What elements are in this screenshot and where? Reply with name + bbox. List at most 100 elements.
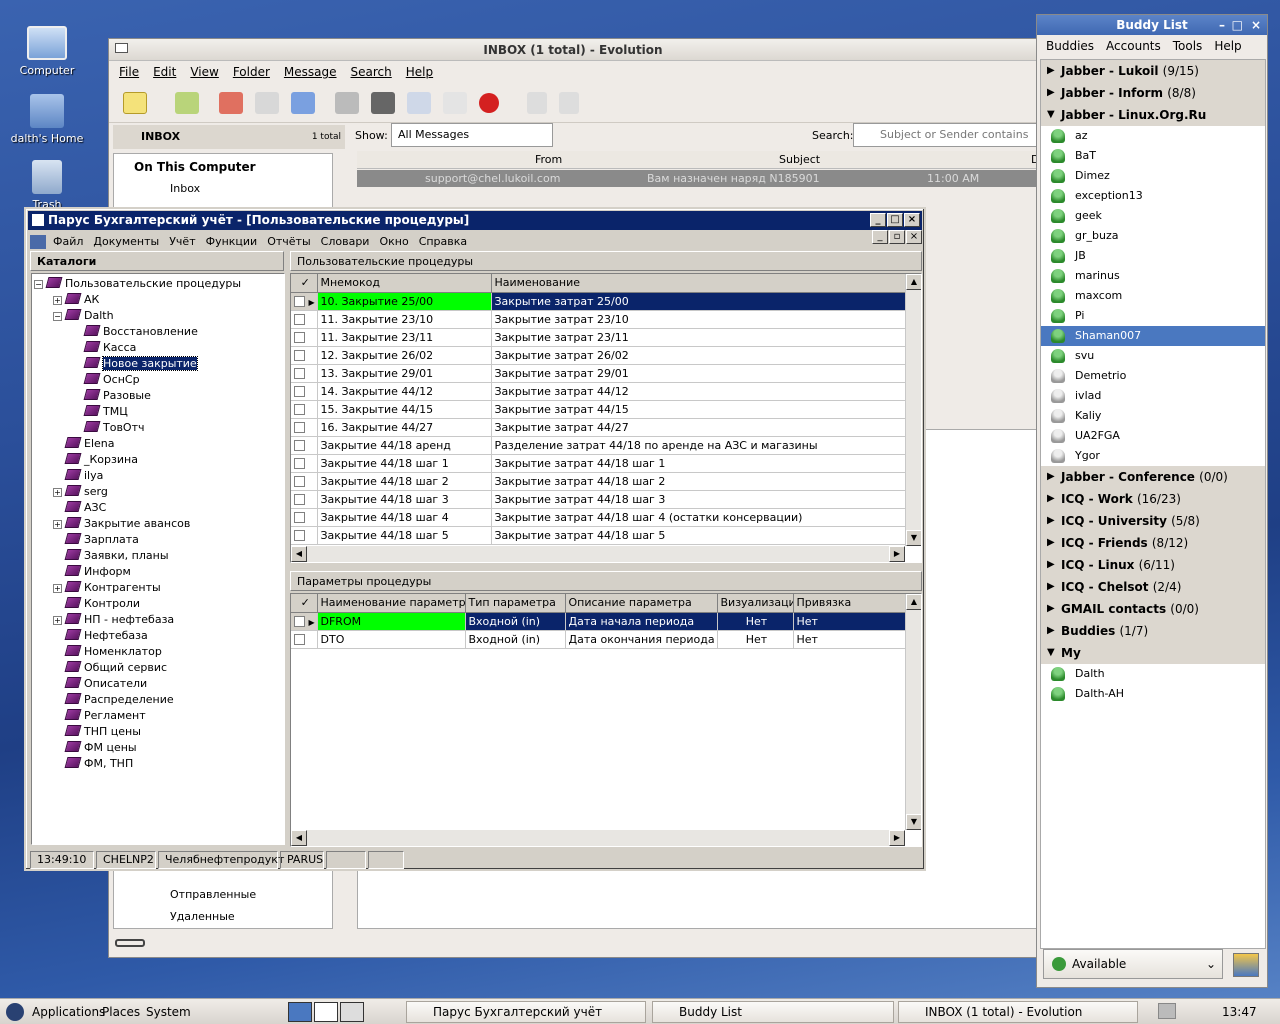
menu-search[interactable]: Search <box>351 65 392 79</box>
row-checkbox[interactable] <box>294 295 305 307</box>
menu-documents[interactable]: Документы <box>88 235 164 248</box>
buddy-item[interactable]: az <box>1041 126 1265 146</box>
buddy-item[interactable]: JB <box>1041 246 1265 266</box>
buddy-group[interactable]: ▶ ICQ - Linux (6/11) <box>1041 554 1265 576</box>
row-checkbox[interactable] <box>294 313 305 325</box>
print-icon[interactable] <box>335 91 359 114</box>
catalog-item[interactable]: ТНП цены <box>53 724 141 740</box>
buddy-item[interactable]: Demetrio <box>1041 366 1265 386</box>
catalog-item[interactable]: + serg <box>53 484 108 500</box>
mdi-minimize-button[interactable]: _ <box>872 230 888 244</box>
new-message-icon[interactable] <box>123 91 147 114</box>
send-receive-icon[interactable] <box>175 91 199 114</box>
column-from[interactable]: From <box>535 153 562 166</box>
expand-toggle-icon[interactable]: − <box>34 280 43 289</box>
catalog-item[interactable]: Разовые <box>72 388 151 404</box>
catalog-item[interactable]: Заявки, планы <box>53 548 169 564</box>
buddy-item[interactable]: Dimez <box>1041 166 1265 186</box>
catalog-item[interactable]: − Dalth <box>53 308 114 324</box>
next-icon[interactable] <box>559 91 579 114</box>
desktop-icon-computer[interactable]: Computer <box>7 26 87 77</box>
menu-window[interactable]: Окно <box>374 235 413 248</box>
reply-all-icon[interactable] <box>255 91 279 114</box>
menu-places[interactable]: Places <box>102 1005 140 1019</box>
buddy-group[interactable]: ▶ ICQ - University (5/8) <box>1041 510 1265 532</box>
table-row[interactable]: DTO Входной (in) Дата окончания периода Нет… <box>291 630 906 649</box>
not-junk-icon[interactable] <box>443 91 467 114</box>
table-row[interactable]: Закрытие 44/18 шаг 2 Закрытие затрат 44/1… <box>291 472 906 491</box>
buddy-item[interactable]: geek <box>1041 206 1265 226</box>
workspace-2[interactable] <box>314 1002 338 1022</box>
buddy-item[interactable]: UA2FGA <box>1041 426 1265 446</box>
catalog-item[interactable]: ФМ цены <box>53 740 137 756</box>
buddy-item[interactable]: Dalth-AH <box>1041 684 1265 704</box>
buddy-item[interactable]: marinus <box>1041 266 1265 286</box>
row-checkbox[interactable] <box>294 457 305 469</box>
column-check[interactable]: ✓ <box>291 274 318 293</box>
table-row[interactable]: 15. Закрытие 44/15 Закрытие затрат 44/15 <box>291 400 906 419</box>
menu-help[interactable]: Help <box>406 65 433 79</box>
workspace-1[interactable] <box>288 1002 312 1022</box>
buddy-item[interactable]: maxcom <box>1041 286 1265 306</box>
cancel-icon[interactable] <box>479 92 499 113</box>
menu-accounting[interactable]: Учёт <box>164 235 200 248</box>
offline-icon[interactable] <box>115 939 145 947</box>
procedures-vscroll[interactable]: ▲ ▼ <box>905 274 921 546</box>
table-row[interactable]: Закрытие 44/18 шаг 4 Закрытие затрат 44/1… <box>291 508 906 527</box>
folder-section-local[interactable]: On This Computer <box>134 160 256 174</box>
close-button[interactable]: × <box>1251 15 1261 35</box>
buddy-item[interactable]: svu <box>1041 346 1265 366</box>
task-evolution[interactable]: INBOX (1 total) - Evolution <box>898 1001 1138 1023</box>
minimize-button[interactable]: _ <box>870 213 886 227</box>
folder-inbox[interactable]: Inbox <box>170 182 200 195</box>
table-row[interactable]: 11. Закрытие 23/11 Закрытие затрат 23/11 <box>291 328 906 347</box>
row-checkbox[interactable] <box>294 331 305 343</box>
forward-icon[interactable] <box>291 91 315 114</box>
junk-icon[interactable] <box>407 91 431 114</box>
catalog-item[interactable]: ФМ, ТНП <box>53 756 133 772</box>
expand-toggle-icon[interactable]: + <box>53 616 62 625</box>
buddy-group[interactable]: ▶ GMAIL contacts (0/0) <box>1041 598 1265 620</box>
table-row[interactable]: 14. Закрытие 44/12 Закрытие затрат 44/12 <box>291 382 906 401</box>
menu-folder[interactable]: Folder <box>233 65 270 79</box>
buddy-item[interactable]: exception13 <box>1041 186 1265 206</box>
buddy-item[interactable]: Dalth <box>1041 664 1265 684</box>
row-checkbox[interactable] <box>294 475 305 487</box>
menu-edit[interactable]: Edit <box>153 65 176 79</box>
previous-icon[interactable] <box>527 91 547 114</box>
message-row[interactable]: support@chel.lukoil.com Вам назначен нар… <box>357 170 1039 187</box>
expand-toggle-icon[interactable]: − <box>53 312 62 321</box>
column-param-name[interactable]: Наименование параметра <box>317 594 466 613</box>
table-row[interactable]: ▶ 10. Закрытие 25/00 Закрытие затрат 25/00 <box>291 292 906 311</box>
menu-file[interactable]: Файл <box>48 235 88 248</box>
menu-help[interactable]: Справка <box>414 235 472 248</box>
catalog-item[interactable]: АЗС <box>53 500 106 516</box>
desktop-icon-trash[interactable]: Trash <box>7 160 87 211</box>
row-checkbox[interactable] <box>294 633 305 645</box>
workspace-3[interactable] <box>340 1002 364 1022</box>
catalog-item[interactable]: Информ <box>53 564 131 580</box>
menu-dictionaries[interactable]: Словари <box>316 235 375 248</box>
folder-sent[interactable]: Отправленные <box>170 888 256 901</box>
catalog-item[interactable]: + АК <box>53 292 99 308</box>
delete-icon[interactable] <box>371 91 395 114</box>
table-row[interactable]: Закрытие 44/18 аренд Разделение затрат 44… <box>291 436 906 455</box>
menu-file[interactable]: File <box>119 65 139 79</box>
catalog-item[interactable]: ТовОтч <box>72 420 145 436</box>
buddy-item[interactable]: ivlad <box>1041 386 1265 406</box>
buddy-item[interactable]: Shaman007 <box>1041 326 1265 346</box>
row-checkbox[interactable] <box>294 403 305 415</box>
maximize-button[interactable]: □ <box>1232 15 1243 35</box>
task-buddy-list[interactable]: Buddy List <box>652 1001 894 1023</box>
catalog-item[interactable]: − Пользовательские процедуры <box>34 276 241 292</box>
catalog-item[interactable]: + Закрытие авансов <box>53 516 190 532</box>
catalog-item[interactable]: Касса <box>72 340 136 356</box>
column-binding[interactable]: Привязка <box>793 594 906 613</box>
buddy-item[interactable]: Ygor <box>1041 446 1265 466</box>
clock[interactable]: 13:47 <box>1222 1005 1257 1019</box>
show-filter-select[interactable]: All Messages <box>391 123 553 147</box>
procedures-hscroll[interactable]: ◀ ▶ <box>291 546 905 562</box>
buddy-group[interactable]: ▶ ICQ - Friends (8/12) <box>1041 532 1265 554</box>
column-mnemocode[interactable]: Мнемокод <box>317 274 492 293</box>
row-checkbox[interactable] <box>294 439 305 451</box>
